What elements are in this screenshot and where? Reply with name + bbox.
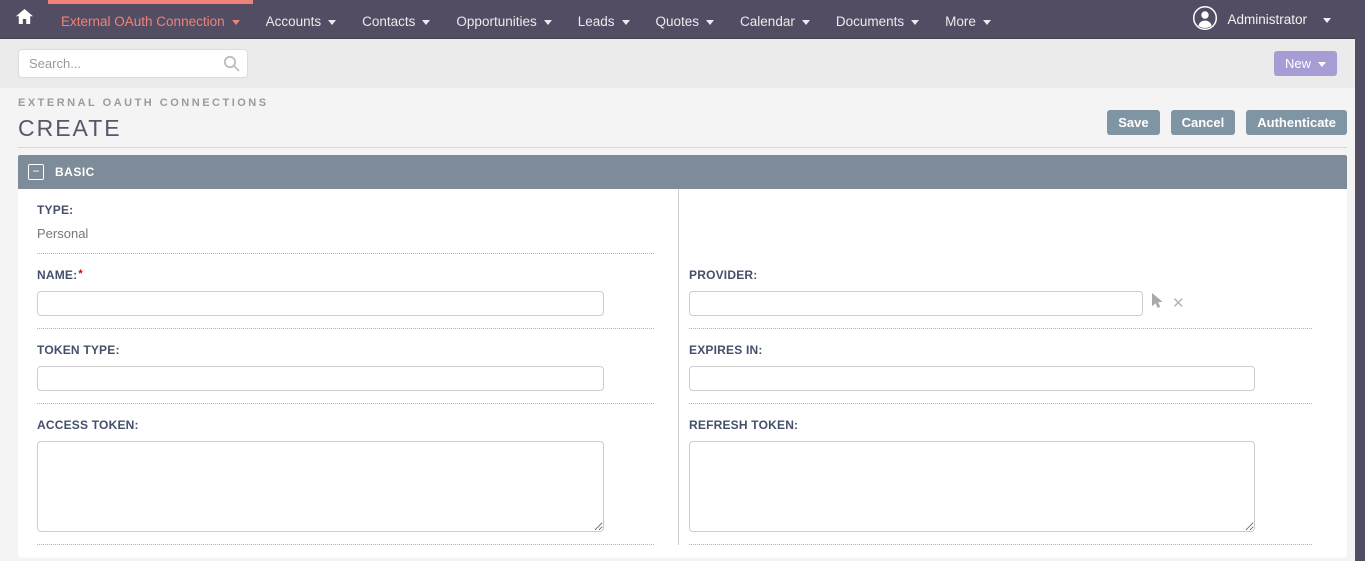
chevron-down-icon — [801, 19, 810, 25]
provider-label: PROVIDER: — [689, 268, 758, 282]
form-row-name-provider: NAME:* PROVIDER: ✕ — [18, 254, 1347, 329]
access-token-textarea[interactable] — [37, 441, 604, 532]
nav-item-more[interactable]: More — [932, 0, 1004, 38]
basic-panel-header[interactable]: − BASIC — [18, 155, 1347, 189]
token-type-field-cell: TOKEN TYPE: — [18, 329, 678, 404]
name-input[interactable] — [37, 291, 604, 316]
search-box — [18, 49, 248, 78]
access-token-label: ACCESS TOKEN: — [37, 418, 139, 432]
form-row-tokens: ACCESS TOKEN: REFRESH TOKEN: — [18, 404, 1347, 545]
new-button[interactable]: New — [1273, 51, 1337, 76]
nav-item-label: Accounts — [265, 13, 322, 29]
select-record-icon[interactable] — [1151, 293, 1165, 314]
nav-item-label: Leads — [577, 13, 615, 29]
chevron-down-icon — [1323, 17, 1331, 23]
user-name: Administrator — [1227, 11, 1307, 27]
panel-title: BASIC — [55, 165, 95, 179]
chevron-down-icon — [982, 19, 991, 25]
type-label: TYPE: — [37, 203, 74, 217]
top-navbar: External OAuth Connection Accounts Conta… — [0, 0, 1365, 38]
nav-item-label: Opportunities — [456, 13, 537, 29]
chevron-down-icon — [543, 19, 552, 25]
name-field-cell: NAME:* — [18, 254, 678, 329]
page-header: EXTERNAL OAUTH CONNECTIONS CREATE Save C… — [18, 88, 1347, 142]
refresh-token-label: REFRESH TOKEN: — [689, 418, 799, 432]
scrollbar-track[interactable] — [1355, 0, 1365, 561]
provider-field-cell: PROVIDER: ✕ — [678, 254, 1337, 329]
nav-item-label: External OAuth Connection — [61, 13, 225, 29]
nav-item-label: Documents — [835, 13, 905, 29]
type-field-cell: TYPE: Personal — [18, 189, 678, 254]
page-content: EXTERNAL OAUTH CONNECTIONS CREATE Save C… — [0, 88, 1365, 558]
nav-item-opportunities[interactable]: Opportunities — [443, 0, 564, 38]
refresh-token-field-cell: REFRESH TOKEN: — [678, 404, 1337, 545]
chevron-down-icon — [1318, 62, 1326, 67]
home-icon — [15, 9, 33, 29]
form-row-tokentype-expires: TOKEN TYPE: EXPIRES IN: — [18, 329, 1347, 404]
search-toolbar: New — [0, 38, 1365, 88]
refresh-token-textarea[interactable] — [689, 441, 1255, 532]
form-row-type: TYPE: Personal — [18, 189, 1347, 254]
chevron-down-icon — [231, 19, 240, 25]
nav-item-label: Quotes — [655, 13, 700, 29]
user-menu[interactable]: Administrator — [1192, 0, 1337, 38]
chevron-down-icon — [706, 19, 715, 25]
nav-item-label: Calendar — [740, 13, 795, 29]
expires-in-field-cell: EXPIRES IN: — [678, 329, 1337, 404]
avatar-icon — [1192, 5, 1218, 34]
save-button[interactable]: Save — [1107, 110, 1160, 135]
nav-item-accounts[interactable]: Accounts — [253, 0, 350, 38]
provider-relate-icons: ✕ — [1151, 293, 1185, 314]
token-type-label: TOKEN TYPE: — [37, 343, 120, 357]
breadcrumb-module-title: EXTERNAL OAUTH CONNECTIONS — [18, 97, 269, 109]
search-input[interactable] — [18, 49, 248, 78]
home-nav-button[interactable] — [0, 0, 48, 38]
nav-item-quotes[interactable]: Quotes — [643, 0, 728, 38]
nav-item-calendar[interactable]: Calendar — [727, 0, 823, 38]
basic-panel-body: TYPE: Personal NAME:* PROVIDER: ✕ TOKEN … — [18, 189, 1347, 558]
type-value: Personal — [37, 226, 89, 241]
page-titles: EXTERNAL OAUTH CONNECTIONS CREATE — [18, 97, 269, 142]
token-type-input[interactable] — [37, 366, 604, 391]
name-label: NAME:* — [37, 268, 83, 282]
nav-item-contacts[interactable]: Contacts — [349, 0, 443, 38]
chevron-down-icon — [422, 19, 431, 25]
collapse-panel-icon[interactable]: − — [28, 164, 44, 180]
new-button-label: New — [1284, 56, 1311, 71]
required-asterisk: * — [78, 268, 83, 280]
page-title: CREATE — [18, 115, 122, 141]
chevron-down-icon — [911, 19, 920, 25]
chevron-down-icon — [328, 19, 337, 25]
empty-cell — [678, 189, 1337, 254]
cancel-button[interactable]: Cancel — [1170, 110, 1236, 135]
nav-item-documents[interactable]: Documents — [823, 0, 932, 38]
authenticate-button[interactable]: Authenticate — [1246, 110, 1347, 135]
clear-provider-icon[interactable]: ✕ — [1172, 296, 1185, 311]
nav-item-leads[interactable]: Leads — [565, 0, 643, 38]
provider-input[interactable] — [689, 291, 1143, 316]
nav-item-label: Contacts — [362, 13, 416, 29]
access-token-field-cell: ACCESS TOKEN: — [18, 404, 678, 545]
nav-item-label: More — [945, 13, 976, 29]
header-divider — [18, 147, 1347, 148]
header-actions: Save Cancel Authenticate — [1107, 110, 1347, 142]
expires-in-label: EXPIRES IN: — [689, 343, 763, 357]
expires-in-input[interactable] — [689, 366, 1255, 391]
chevron-down-icon — [621, 19, 630, 25]
basic-panel: − BASIC TYPE: Personal NAME:* PROVIDER: … — [18, 155, 1347, 558]
nav-item-external-oauth-connection[interactable]: External OAuth Connection — [48, 0, 253, 38]
